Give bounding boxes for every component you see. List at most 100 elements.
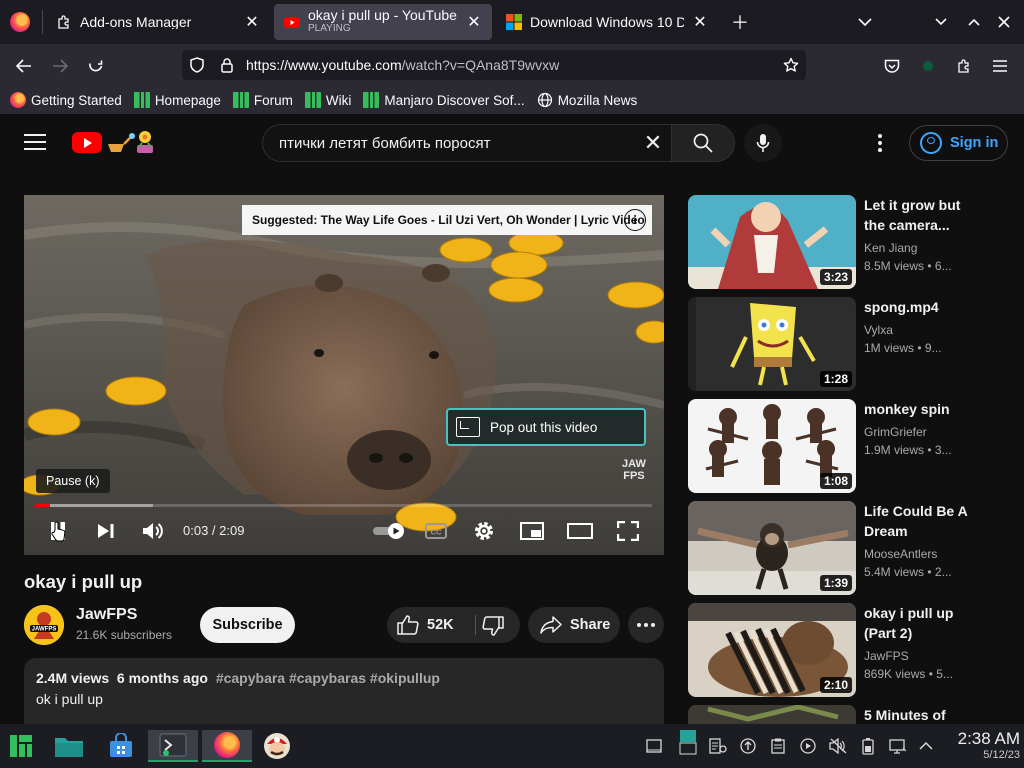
- tab-addons-manager[interactable]: Add-ons Manager ✕: [46, 4, 270, 40]
- mute-button[interactable]: [137, 515, 169, 547]
- dislike-button[interactable]: [482, 616, 504, 641]
- voice-search-button[interactable]: [744, 124, 782, 162]
- subtitles-button[interactable]: CC: [420, 515, 452, 547]
- hashtags[interactable]: #capybara #capybaras #okipullup: [216, 670, 440, 686]
- back-arrow-icon[interactable]: [10, 52, 38, 80]
- pocket-icon[interactable]: [878, 52, 906, 80]
- reload-icon[interactable]: [82, 52, 110, 80]
- url-text[interactable]: https://www.youtube.com/watch?v=QAna8T9w…: [246, 57, 776, 73]
- file-manager-folder-icon[interactable]: [52, 730, 86, 762]
- list-all-tabs-icon[interactable]: [853, 10, 877, 34]
- close-tab-icon[interactable]: ✕: [466, 12, 482, 32]
- settings-button[interactable]: [468, 515, 500, 547]
- recommendation-item[interactable]: 1:39 Life Could Be A Dream MooseAntlers …: [688, 501, 1024, 595]
- progress-bar[interactable]: [36, 504, 652, 507]
- new-tab-button[interactable]: ＋: [728, 10, 752, 34]
- firefox-view-icon[interactable]: [10, 12, 30, 32]
- video-player[interactable]: Suggested: The Way Life Goes - Lil Uzi V…: [24, 195, 664, 555]
- like-count[interactable]: 52K: [427, 617, 454, 633]
- suggested-video-card[interactable]: Suggested: The Way Life Goes - Lil Uzi V…: [242, 205, 652, 235]
- tab-download-windows[interactable]: Download Windows 10 Dis ✕: [496, 4, 718, 40]
- show-desktop-icon[interactable]: [644, 736, 664, 756]
- more-actions-button[interactable]: [628, 607, 664, 643]
- software-store-bag-icon[interactable]: [104, 730, 138, 762]
- sign-in-button[interactable]: Sign in: [909, 125, 1008, 161]
- recommendation-title[interactable]: Life Could Be A Dream: [864, 501, 974, 541]
- next-button[interactable]: [90, 515, 122, 547]
- bookmark-getting-started[interactable]: Getting Started: [10, 92, 122, 108]
- recommendation-item[interactable]: 1:08 monkey spin GrimGriefer 1.9M views …: [688, 399, 1024, 493]
- clipboard-icon[interactable]: [768, 736, 788, 756]
- bookmark-wiki[interactable]: Wiki: [304, 92, 351, 108]
- recommendation-item[interactable]: 2:10 okay i pull up (Part 2) JawFPS 869K…: [688, 603, 1024, 697]
- extension-status-icon[interactable]: [914, 52, 942, 80]
- recommendation-item[interactable]: 1:28 spong.mp4 Vylxa 1M views • 9...: [688, 297, 1024, 391]
- network-icon[interactable]: [888, 736, 908, 756]
- share-button[interactable]: Share: [528, 607, 620, 643]
- bookmark-star-icon[interactable]: [776, 50, 806, 80]
- recommendation-thumbnail[interactable]: 1:08: [688, 399, 856, 493]
- settings-kebab-icon[interactable]: [868, 128, 892, 158]
- digital-clock[interactable]: 2:38 AM 5/12/23: [940, 729, 1020, 761]
- recommendation-title[interactable]: monkey spin: [864, 399, 974, 419]
- application-launcher-manjaro-icon[interactable]: [4, 730, 38, 762]
- maximize-window-icon[interactable]: [962, 10, 986, 34]
- recommendation-channel[interactable]: Ken Jiang: [864, 241, 917, 255]
- search-box[interactable]: ✕: [262, 124, 672, 162]
- app-menu-hamburger-icon[interactable]: [986, 52, 1014, 80]
- recommendation-thumbnail[interactable]: 1:39: [688, 501, 856, 595]
- recommendation-channel[interactable]: GrimGriefer: [864, 425, 927, 439]
- subscribe-button[interactable]: Subscribe: [200, 607, 295, 643]
- system-monitor-icon[interactable]: [708, 736, 728, 756]
- recommendation-thumbnail[interactable]: [688, 705, 856, 724]
- miniplayer-button[interactable]: [516, 515, 548, 547]
- mario-game-icon[interactable]: [260, 730, 294, 762]
- like-button[interactable]: [397, 615, 419, 640]
- close-tab-icon[interactable]: ✕: [692, 12, 708, 32]
- close-window-icon[interactable]: [992, 10, 1016, 34]
- recommendation-thumbnail[interactable]: O'HARE 3:23: [688, 195, 856, 289]
- updates-icon[interactable]: [738, 736, 758, 756]
- pager-icon[interactable]: [678, 730, 698, 755]
- info-icon[interactable]: i: [624, 209, 646, 231]
- pop-out-video-button[interactable]: Pop out this video: [446, 408, 646, 446]
- minimize-window-icon[interactable]: [929, 10, 953, 34]
- bookmark-forum[interactable]: Forum: [232, 92, 293, 108]
- recommendation-thumbnail[interactable]: 1:28: [688, 297, 856, 391]
- channel-avatar[interactable]: JAWFPS: [24, 605, 64, 645]
- firefox-taskbar-icon[interactable]: [202, 730, 252, 762]
- bookmark-homepage[interactable]: Homepage: [133, 92, 221, 108]
- terminal-icon[interactable]: [148, 730, 198, 762]
- search-button[interactable]: [671, 124, 735, 162]
- tab-youtube[interactable]: okay i pull up - YouTube PLAYING ✕: [274, 4, 492, 40]
- recommendation-title[interactable]: Let it grow but the camera...: [864, 195, 974, 235]
- channel-watermark[interactable]: JAW FPS: [622, 458, 646, 482]
- recommendation-thumbnail[interactable]: 2:10: [688, 603, 856, 697]
- theater-mode-button[interactable]: [564, 515, 596, 547]
- recommendation-item[interactable]: 5 Minutes of: [688, 705, 1024, 724]
- address-bar[interactable]: https://www.youtube.com/watch?v=QAna8T9w…: [182, 50, 806, 80]
- youtube-doodle-icon[interactable]: [104, 128, 160, 154]
- guide-menu-icon[interactable]: [24, 134, 46, 150]
- bookmark-mozilla-news[interactable]: Mozilla News: [537, 92, 637, 108]
- volume-muted-icon[interactable]: [828, 736, 848, 756]
- extensions-puzzle-icon[interactable]: [950, 52, 978, 80]
- lock-icon[interactable]: [212, 50, 242, 80]
- close-tab-icon[interactable]: ✕: [244, 12, 260, 32]
- channel-name[interactable]: JawFPS: [76, 606, 137, 624]
- battery-icon[interactable]: [858, 736, 878, 756]
- youtube-logo-icon[interactable]: [72, 132, 102, 153]
- show-hidden-icons-chevron-icon[interactable]: [916, 736, 936, 756]
- recommendation-title[interactable]: okay i pull up (Part 2): [864, 603, 974, 643]
- recommendation-channel[interactable]: Vylxa: [864, 323, 893, 337]
- recommendation-channel[interactable]: JawFPS: [864, 649, 909, 663]
- clear-search-icon[interactable]: ✕: [635, 130, 671, 156]
- fullscreen-button[interactable]: [612, 515, 644, 547]
- recommendation-channel[interactable]: MooseAntlers: [864, 547, 937, 561]
- tracking-protection-shield-icon[interactable]: [182, 50, 212, 80]
- recommendation-title[interactable]: 5 Minutes of: [864, 705, 1014, 724]
- forward-arrow-icon[interactable]: [46, 52, 74, 80]
- recommendation-item[interactable]: O'HARE 3:23 Let it grow but the camera..…: [688, 195, 1024, 289]
- bookmark-manjaro-discover[interactable]: Manjaro Discover Sof...: [363, 92, 525, 108]
- search-input[interactable]: [279, 134, 635, 152]
